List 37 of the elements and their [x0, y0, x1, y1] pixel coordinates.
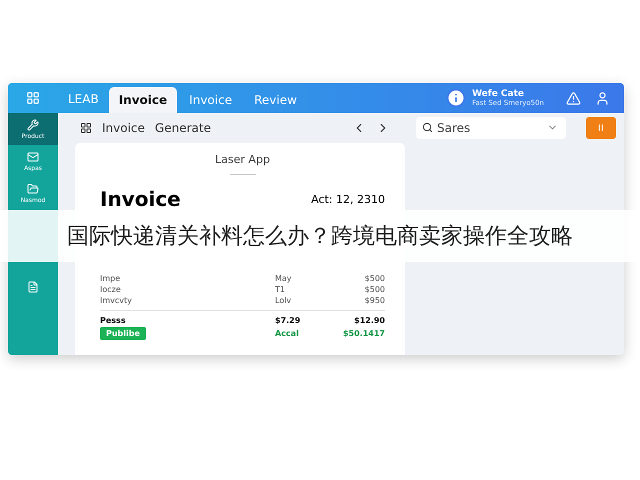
mail-icon [27, 150, 39, 162]
header-tab[interactable]: Invoice [108, 87, 178, 113]
app-name: Laser App [214, 153, 271, 168]
wrench-icon [27, 118, 39, 130]
breadcrumb-item[interactable]: Invoice [102, 121, 145, 135]
status-amount: $50.1417 [342, 329, 385, 338]
user-icon[interactable] [595, 90, 610, 106]
folder-icon [27, 182, 39, 194]
search-icon [422, 122, 433, 133]
table-cell-text: Iocze [100, 285, 122, 294]
search-field[interactable]: Sares [416, 117, 566, 139]
table-cell-text: $500 [364, 285, 385, 294]
table-cell-text: $950 [364, 296, 385, 305]
info-icon [446, 88, 466, 108]
table-cell-text: Lolv [275, 296, 292, 305]
grid-icon [80, 122, 92, 134]
user-name: Wefe Cate [472, 89, 526, 99]
total-amount: $12.90 [353, 316, 385, 325]
invoice-title: Invoice [100, 187, 181, 211]
total-subtotal: $7.29 [275, 316, 302, 325]
status-badge: Publibe [100, 327, 146, 340]
grid-icon[interactable] [26, 91, 40, 105]
brand-label: LEAB [68, 92, 99, 106]
table-cell-text: May [275, 274, 293, 283]
header-tab[interactable]: Invoice [179, 87, 242, 113]
warning-icon[interactable] [566, 90, 581, 106]
breadcrumb-item[interactable]: Generate [154, 121, 211, 135]
status-label: Accal [275, 329, 300, 338]
table-cell-text: T1 [275, 285, 286, 294]
action-button[interactable]: ⅠⅠ [586, 117, 616, 139]
total-label: Pesss [100, 316, 127, 325]
table-cell-text: $500 [364, 274, 385, 283]
invoice-date: Act: 12, 2310 [311, 192, 385, 206]
table-cell-text: Impe [100, 274, 122, 283]
header-tab[interactable]: Review [244, 87, 307, 113]
document-icon[interactable] [27, 281, 39, 293]
table-cell-text: Imvcvty [100, 296, 133, 305]
